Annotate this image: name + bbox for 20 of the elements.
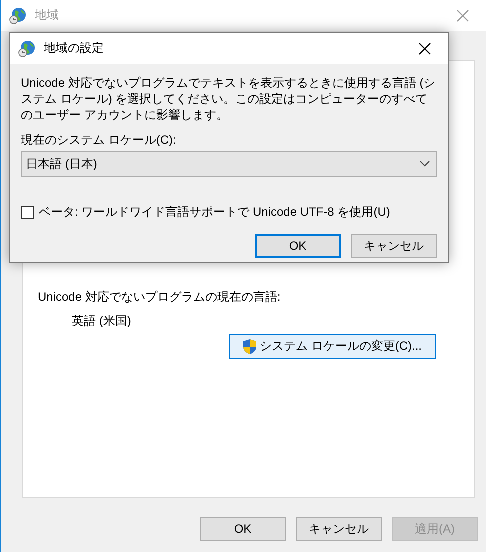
- close-icon: [419, 42, 431, 54]
- locale-label: 現在のシステム ロケール(C):: [21, 132, 178, 148]
- current-language: 英語 (米国): [72, 313, 132, 329]
- window-title: 地域: [35, 7, 59, 24]
- change-locale-button[interactable]: システム ロケールの変更(C)...: [229, 334, 436, 359]
- cancel-button[interactable]: キャンセル: [296, 517, 382, 541]
- checkbox[interactable]: [21, 206, 34, 218]
- shield-icon: [243, 338, 257, 354]
- locale-dropdown[interactable]: 日本語 (日本): [21, 151, 437, 177]
- close-icon: [457, 10, 469, 22]
- description-text: Unicode 対応でないプログラムでテキストを表示するときに使用する言語 (システム ロケール) を選択してください。この設定はコンピューターのすべてのユーザー アカウントに影響します。: [21, 75, 437, 123]
- ok-button[interactable]: OK: [255, 234, 341, 258]
- globe-icon: [18, 40, 36, 58]
- chevron-icon: [420, 161, 430, 167]
- language-label: Unicode 対応でないプログラムの現在の言語:: [38, 289, 282, 305]
- cancel-button[interactable]: キャンセル: [351, 234, 437, 258]
- ok-button[interactable]: OK: [200, 517, 286, 541]
- checkbox-label: ベータ: ワールドワイド言語サポートで Unicode UTF-8 を使用(U): [39, 204, 390, 220]
- dialog-title: 地域の設定: [44, 40, 104, 57]
- globe-icon: [9, 6, 27, 24]
